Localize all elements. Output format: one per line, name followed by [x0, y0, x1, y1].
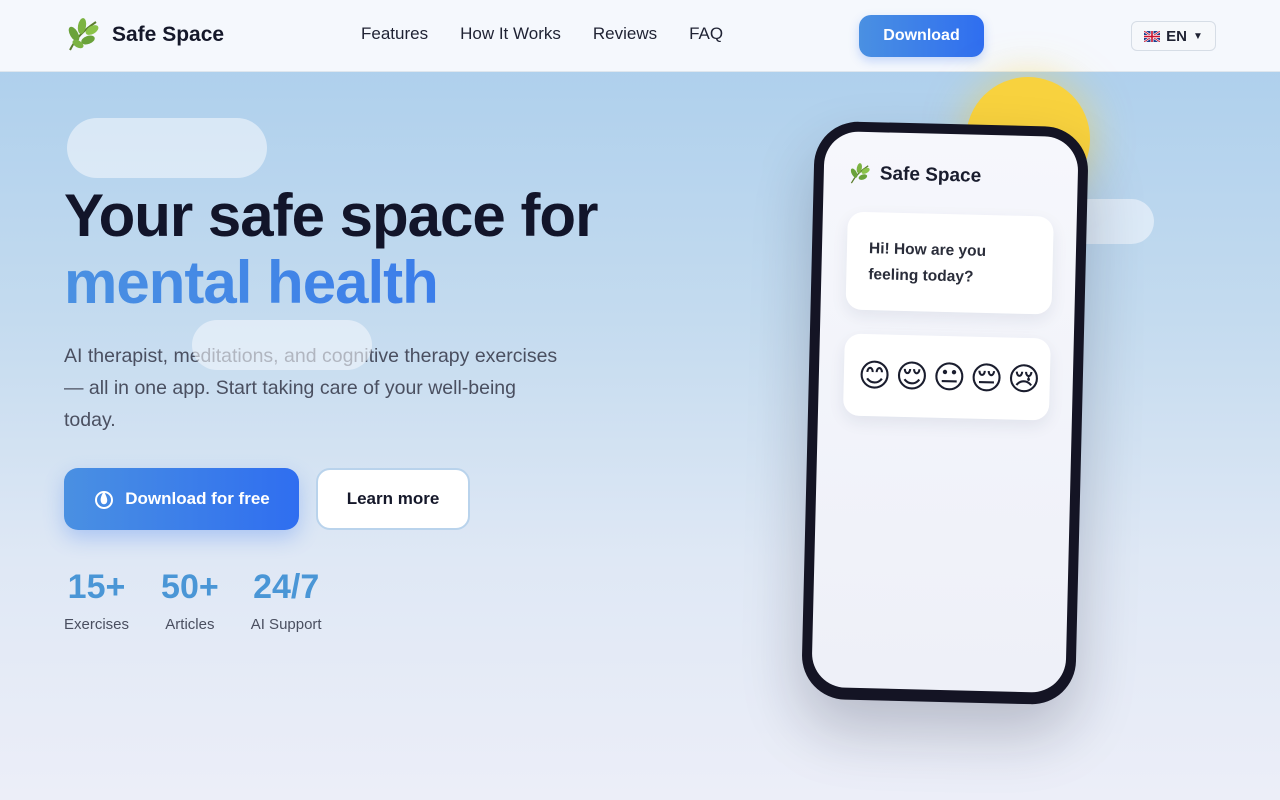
stat-label: AI Support	[250, 616, 322, 633]
chat-bubble: Hi! How are you feeling today?	[845, 211, 1054, 315]
language-code: EN	[1166, 27, 1187, 45]
mood-pensive-icon[interactable]: 😔	[969, 359, 1003, 398]
mood-relieved-icon[interactable]: 😌	[895, 357, 929, 396]
leaf-icon	[68, 18, 99, 51]
site-header: Safe Space Features How It Works Reviews…	[0, 0, 1280, 72]
mood-crying-icon[interactable]: 😢	[1007, 360, 1041, 399]
main-nav: Features How It Works Reviews FAQ	[361, 24, 723, 44]
uk-flag-icon	[1144, 30, 1161, 42]
stats-row: 15+ Exercises 50+ Articles 24/7 AI Suppo…	[64, 566, 322, 633]
phone-screen: Safe Space Hi! How are you feeling today…	[811, 130, 1079, 694]
download-free-label: Download for free	[125, 489, 270, 508]
learn-more-button[interactable]: Learn more	[316, 468, 470, 530]
mood-picker: 😊 😌 😐 😔 😢	[842, 333, 1051, 421]
hero-title-line1: Your safe space for	[64, 182, 598, 249]
mood-neutral-icon[interactable]: 😐	[932, 358, 966, 397]
cloud-decoration	[67, 118, 267, 178]
stat-label: Articles	[165, 616, 215, 633]
stat-value: 24/7	[253, 568, 320, 606]
phone-mockup: Safe Space Hi! How are you feeling today…	[800, 120, 1090, 706]
stat-articles: 50+ Articles	[161, 566, 219, 633]
stat-value: 50+	[161, 568, 219, 606]
nav-faq[interactable]: FAQ	[689, 24, 723, 44]
cloud-decoration	[192, 320, 372, 370]
download-free-button[interactable]: Download for free	[64, 468, 299, 530]
phone-brand-name: Safe Space	[879, 163, 982, 187]
stat-exercises: 15+ Exercises	[64, 566, 129, 633]
brand-name: Safe Space	[112, 23, 225, 46]
leaf-icon	[850, 163, 870, 184]
nav-reviews[interactable]: Reviews	[593, 24, 657, 44]
phone-brand: Safe Space	[848, 162, 982, 189]
drop-icon	[95, 491, 114, 509]
stat-ai-support: 24/7 AI Support	[251, 566, 322, 633]
language-selector[interactable]: EN ▼	[1131, 21, 1216, 51]
hero-title-accent: mental health	[64, 249, 744, 316]
hero-title: Your safe space for mental health	[64, 182, 744, 316]
stat-label: Exercises	[64, 616, 130, 633]
brand-logo[interactable]: Safe Space	[64, 16, 224, 54]
nav-how-it-works[interactable]: How It Works	[460, 24, 561, 44]
nav-features[interactable]: Features	[361, 24, 428, 44]
chevron-down-icon: ▼	[1192, 30, 1203, 42]
header-download-button[interactable]: Download	[859, 15, 984, 57]
mood-happy-icon[interactable]: 😊	[857, 356, 891, 395]
stat-value: 15+	[67, 568, 126, 606]
